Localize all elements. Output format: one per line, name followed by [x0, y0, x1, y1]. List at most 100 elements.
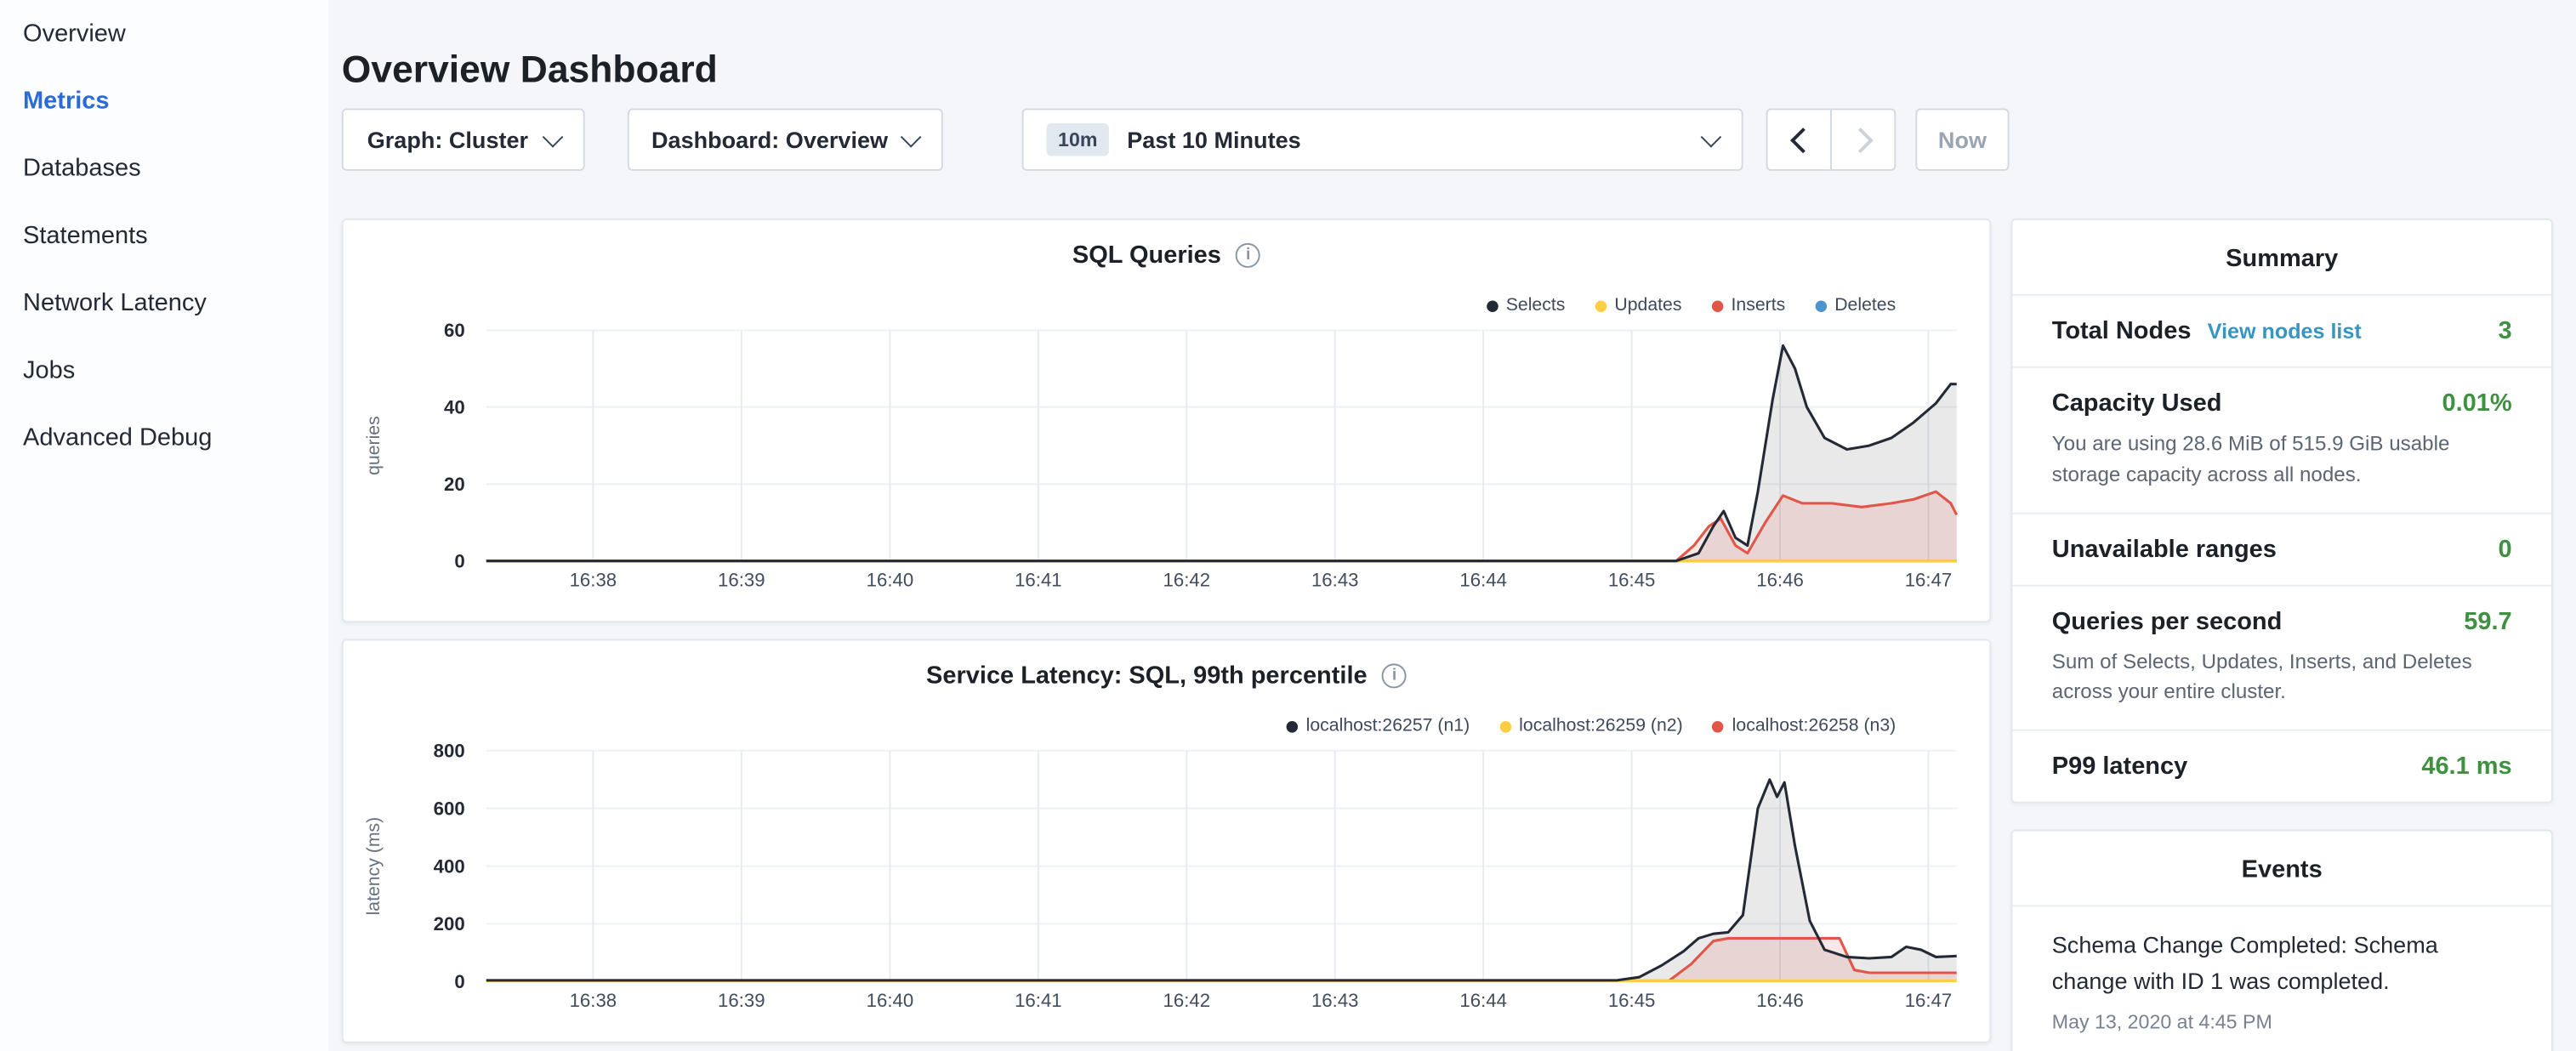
svg-text:16:45: 16:45 — [1608, 990, 1656, 1011]
sidebar-nav: Overview Metrics Databases Statements Ne… — [0, 0, 328, 1051]
graph-scope-dropdown[interactable]: Graph: Cluster — [342, 108, 585, 170]
series-color-dot — [1487, 300, 1498, 312]
dashboard-select-label: Dashboard: Overview — [651, 127, 888, 153]
charts-column: SQL Queries Selects Updates Inserts — [342, 219, 1991, 1051]
svg-text:16:41: 16:41 — [1015, 570, 1062, 591]
summary-value: 3 — [2499, 317, 2512, 345]
sidebar-item-overview[interactable]: Overview — [0, 0, 328, 67]
time-next-button[interactable] — [1830, 108, 1896, 170]
svg-text:16:41: 16:41 — [1015, 990, 1062, 1011]
sql-queries-line-chart: 0 20 40 60 16:38 16:39 16:40 16:41 16:42 16:43 16:… — [344, 312, 1993, 611]
time-range-label: Past 10 Minutes — [1127, 127, 1300, 153]
chart-title: Service Latency: SQL, 99th percentile — [926, 662, 1368, 690]
svg-text:20: 20 — [444, 474, 465, 495]
svg-text:16:42: 16:42 — [1163, 990, 1211, 1011]
summary-row-total-nodes: Total Nodes View nodes list 3 — [2012, 294, 2551, 366]
svg-text:400: 400 — [434, 855, 465, 877]
summary-value: 0.01% — [2442, 389, 2511, 418]
summary-label: Unavailable ranges — [2052, 535, 2277, 563]
events-panel-title: Events — [2012, 831, 2551, 905]
series-color-dot — [1499, 720, 1511, 732]
summary-value: 59.7 — [2464, 607, 2511, 635]
time-pager — [1766, 108, 1896, 170]
svg-text:16:40: 16:40 — [867, 570, 914, 591]
sidebar-item-network-latency[interactable]: Network Latency — [0, 270, 328, 337]
sql-queries-chart-panel: SQL Queries Selects Updates Inserts — [342, 219, 1991, 622]
chevron-down-icon — [901, 126, 923, 147]
series-color-dot — [1286, 720, 1298, 732]
right-rail: Summary Total Nodes View nodes list 3 Ca… — [2010, 219, 2552, 1051]
svg-text:0: 0 — [454, 971, 464, 992]
svg-text:60: 60 — [444, 320, 465, 341]
sidebar-item-advanced-debug[interactable]: Advanced Debug — [0, 404, 328, 471]
svg-text:latency (ms): latency (ms) — [363, 817, 384, 916]
summary-panel: Summary Total Nodes View nodes list 3 Ca… — [2010, 219, 2552, 804]
time-prev-button[interactable] — [1766, 108, 1832, 170]
svg-text:40: 40 — [444, 396, 465, 418]
sidebar-item-databases[interactable]: Databases — [0, 134, 328, 202]
summary-description: You are using 28.6 MiB of 515.9 GiB usab… — [2052, 429, 2512, 490]
svg-text:16:43: 16:43 — [1311, 570, 1359, 591]
summary-label: Total Nodes — [2052, 317, 2192, 345]
sidebar-item-jobs[interactable]: Jobs — [0, 337, 328, 404]
time-range-badge: 10m — [1047, 123, 1109, 156]
admin-ui-page: Overview Metrics Databases Statements Ne… — [0, 0, 2576, 1051]
svg-text:800: 800 — [434, 741, 465, 762]
dashboard-controls: Graph: Cluster Dashboard: Overview 10m P… — [342, 108, 2010, 170]
chevron-left-icon — [1789, 127, 1815, 152]
chevron-right-icon — [1847, 127, 1873, 152]
svg-text:16:47: 16:47 — [1905, 990, 1953, 1011]
info-icon[interactable] — [1236, 243, 1260, 268]
sidebar-item-statements[interactable]: Statements — [0, 202, 328, 270]
summary-row-unavailable-ranges: Unavailable ranges 0 — [2012, 512, 2551, 584]
sidebar-item-metrics[interactable]: Metrics — [0, 67, 328, 134]
svg-text:600: 600 — [434, 798, 465, 819]
summary-description: Sum of Selects, Updates, Inserts, and De… — [2052, 646, 2512, 707]
svg-text:0: 0 — [454, 550, 464, 571]
series-color-dot — [1711, 300, 1723, 312]
svg-text:16:39: 16:39 — [718, 990, 765, 1011]
now-button[interactable]: Now — [1915, 108, 2009, 170]
event-timestamp: May 13, 2020 at 4:45 PM — [2052, 1010, 2512, 1033]
summary-row-capacity-used: Capacity Used 0.01% You are using 28.6 M… — [2012, 366, 2551, 512]
svg-text:16:46: 16:46 — [1756, 990, 1804, 1011]
svg-text:16:44: 16:44 — [1459, 570, 1507, 591]
summary-row-p99-latency: P99 latency 46.1 ms — [2012, 730, 2551, 802]
svg-text:16:39: 16:39 — [718, 570, 765, 591]
svg-text:queries: queries — [363, 416, 384, 475]
page-title: Overview Dashboard — [342, 48, 718, 93]
summary-row-queries-per-second: Queries per second 59.7 Sum of Selects, … — [2012, 584, 2551, 730]
summary-value: 0 — [2499, 535, 2512, 563]
now-button-label: Now — [1938, 127, 1987, 153]
svg-text:200: 200 — [434, 913, 465, 935]
dashboard-select-dropdown[interactable]: Dashboard: Overview — [628, 108, 943, 170]
graph-scope-label: Graph: Cluster — [367, 127, 528, 153]
svg-text:16:45: 16:45 — [1608, 570, 1656, 591]
summary-panel-title: Summary — [2012, 220, 2551, 294]
series-color-dot — [1712, 720, 1724, 732]
svg-text:16:43: 16:43 — [1311, 990, 1359, 1011]
series-color-dot — [1815, 300, 1827, 312]
svg-text:16:42: 16:42 — [1163, 570, 1211, 591]
svg-text:16:44: 16:44 — [1459, 990, 1507, 1011]
summary-label: P99 latency — [2052, 753, 2187, 781]
chevron-down-icon — [1701, 126, 1722, 147]
time-range-dropdown[interactable]: 10m Past 10 Minutes — [1022, 108, 1743, 170]
view-nodes-list-link[interactable]: View nodes list — [2208, 319, 2362, 344]
chevron-down-icon — [542, 126, 563, 147]
svg-text:16:38: 16:38 — [570, 990, 617, 1011]
summary-label: Queries per second — [2052, 607, 2283, 635]
svg-text:16:38: 16:38 — [570, 570, 617, 591]
chart-title: SQL Queries — [1072, 241, 1221, 270]
svg-text:16:40: 16:40 — [867, 990, 914, 1011]
event-text: Schema Change Completed: Schema change w… — [2052, 927, 2512, 1001]
series-color-dot — [1595, 300, 1606, 312]
event-item[interactable]: Schema Change Completed: Schema change w… — [2012, 905, 2551, 1032]
svg-text:16:46: 16:46 — [1756, 570, 1804, 591]
summary-value: 46.1 ms — [2421, 753, 2511, 781]
info-icon[interactable] — [1382, 663, 1407, 688]
summary-label: Capacity Used — [2052, 389, 2222, 418]
events-panel: Events Schema Change Completed: Schema c… — [2010, 830, 2552, 1051]
service-latency-chart-panel: Service Latency: SQL, 99th percentile lo… — [342, 639, 1991, 1042]
svg-text:16:47: 16:47 — [1905, 570, 1953, 591]
